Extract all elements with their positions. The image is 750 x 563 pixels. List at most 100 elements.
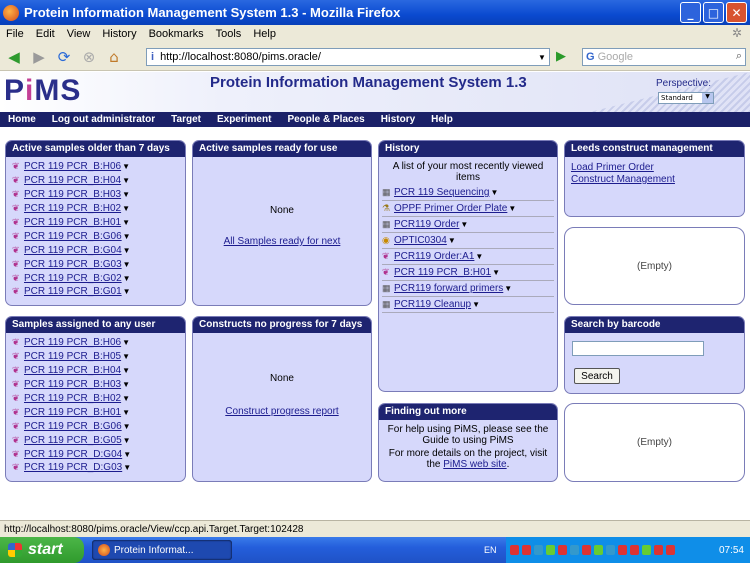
sample-link[interactable]: PCR 119 PCR_B:H03 xyxy=(24,379,121,390)
history-link[interactable]: PCR119 Cleanup xyxy=(394,299,471,310)
sample-link[interactable]: PCR 119 PCR_D:G04 xyxy=(24,449,122,460)
search-icon[interactable]: ⌕ xyxy=(736,50,742,63)
taskbar-firefox-item[interactable]: Protein Informat... xyxy=(92,540,232,560)
tray-icon[interactable] xyxy=(570,545,579,555)
history-link[interactable]: OPPF Primer Order Plate xyxy=(394,203,507,214)
construct-management-link[interactable]: Construct Management xyxy=(571,174,675,185)
tray-icon[interactable] xyxy=(534,545,543,555)
caret-down-icon[interactable]: ▼ xyxy=(123,274,131,283)
sample-link[interactable]: PCR 119 PCR_B:H03 xyxy=(24,189,121,200)
nav-history[interactable]: History xyxy=(373,114,423,125)
nav-people-places[interactable]: People & Places xyxy=(279,114,372,125)
load-primer-order-link[interactable]: Load Primer Order xyxy=(571,162,654,173)
tray-icon[interactable] xyxy=(630,545,639,555)
perspective-select[interactable]: Standard ▼ xyxy=(658,92,714,104)
sample-link[interactable]: PCR 119 PCR_B:H04 xyxy=(24,175,121,186)
sample-link[interactable]: PCR 119 PCR_B:G02 xyxy=(24,273,122,284)
maximize-button[interactable]: □ xyxy=(703,2,724,23)
search-bar[interactable]: G Google ⌕ xyxy=(582,48,746,66)
tray-icon[interactable] xyxy=(582,545,591,555)
url-dropdown-icon[interactable]: ▼ xyxy=(535,49,549,65)
sample-link[interactable]: PCR 119 PCR_B:G05 xyxy=(24,435,122,446)
sample-link[interactable]: PCR 119 PCR_B:H06 xyxy=(24,161,121,172)
sample-link[interactable]: PCR 119 PCR_B:G01 xyxy=(24,286,122,297)
menu-bookmarks[interactable]: Bookmarks xyxy=(143,28,210,40)
tray-icon[interactable] xyxy=(546,545,555,555)
sample-link[interactable]: PCR 119 PCR_B:H01 xyxy=(24,407,121,418)
pims-website-link[interactable]: PiMS web site xyxy=(443,459,506,470)
nav-experiment[interactable]: Experiment xyxy=(209,114,279,125)
caret-down-icon[interactable]: ▼ xyxy=(475,252,483,261)
sample-link[interactable]: PCR 119 PCR_B:G03 xyxy=(24,259,122,270)
minimize-button[interactable]: _ xyxy=(680,2,701,23)
caret-down-icon[interactable]: ▼ xyxy=(123,287,131,296)
caret-down-icon[interactable]: ▼ xyxy=(123,246,131,255)
caret-down-icon[interactable]: ▼ xyxy=(122,204,130,213)
url-bar[interactable]: i http://localhost:8080/pims.oracle/ ▼ xyxy=(146,48,550,66)
construct-progress-link[interactable]: Construct progress report xyxy=(225,406,338,417)
menu-help[interactable]: Help xyxy=(247,28,282,40)
menu-file[interactable]: File xyxy=(0,28,30,40)
caret-down-icon[interactable]: ▼ xyxy=(460,220,468,229)
sample-link[interactable]: PCR 119 PCR_B:G06 xyxy=(24,231,122,242)
menu-view[interactable]: View xyxy=(61,28,97,40)
caret-down-icon[interactable]: ▼ xyxy=(123,422,131,431)
sample-link[interactable]: PCR 119 PCR_B:H01 xyxy=(24,217,121,228)
menu-history[interactable]: History xyxy=(96,28,142,40)
tray-icon[interactable] xyxy=(666,545,675,555)
search-input[interactable]: Google xyxy=(598,51,633,63)
nav-home[interactable]: Home xyxy=(0,114,44,125)
tray-icon[interactable] xyxy=(558,545,567,555)
caret-down-icon[interactable]: ▼ xyxy=(122,380,130,389)
tray-icon[interactable] xyxy=(594,545,603,555)
caret-down-icon[interactable]: ▼ xyxy=(123,260,131,269)
sample-link[interactable]: PCR 119 PCR_D:G03 xyxy=(24,462,122,473)
home-icon[interactable]: ⌂ xyxy=(103,46,125,68)
caret-down-icon[interactable]: ▼ xyxy=(123,463,131,472)
close-button[interactable]: ✕ xyxy=(726,2,747,23)
sample-link[interactable]: PCR 119 PCR_B:H02 xyxy=(24,393,121,404)
caret-down-icon[interactable]: ▼ xyxy=(122,190,130,199)
sample-link[interactable]: PCR 119 PCR_B:H06 xyxy=(24,337,121,348)
caret-down-icon[interactable]: ▼ xyxy=(122,394,130,403)
history-link[interactable]: PCR 119 PCR_B:H01 xyxy=(394,267,491,278)
sample-link[interactable]: PCR 119 PCR_B:H02 xyxy=(24,203,121,214)
caret-down-icon[interactable]: ▼ xyxy=(122,352,130,361)
tray-icon[interactable] xyxy=(510,545,519,555)
tray-icon[interactable] xyxy=(522,545,531,555)
stop-icon[interactable]: ⊗ xyxy=(78,46,100,68)
nav-logout[interactable]: Log out administrator xyxy=(44,114,163,125)
caret-down-icon[interactable]: ▼ xyxy=(123,436,131,445)
caret-down-icon[interactable]: ▼ xyxy=(490,188,498,197)
caret-down-icon[interactable]: ▼ xyxy=(508,204,516,213)
caret-down-icon[interactable]: ▼ xyxy=(492,268,500,277)
caret-down-icon[interactable]: ▼ xyxy=(123,232,131,241)
caret-down-icon[interactable]: ▼ xyxy=(122,218,130,227)
clock[interactable]: 07:54 xyxy=(719,545,744,556)
nav-help[interactable]: Help xyxy=(423,114,461,125)
caret-down-icon[interactable]: ▼ xyxy=(122,162,130,171)
search-button[interactable]: Search xyxy=(574,368,620,384)
caret-down-icon[interactable]: ▼ xyxy=(122,408,130,417)
tray-icon[interactable] xyxy=(606,545,615,555)
sample-link[interactable]: PCR 119 PCR_B:G06 xyxy=(24,421,122,432)
menu-tools[interactable]: Tools xyxy=(210,28,248,40)
reload-icon[interactable]: ⟳ xyxy=(53,46,75,68)
caret-down-icon[interactable]: ▼ xyxy=(122,176,130,185)
history-link[interactable]: OPTIC0304 xyxy=(394,235,447,246)
caret-down-icon[interactable]: ▼ xyxy=(504,284,512,293)
menu-edit[interactable]: Edit xyxy=(30,28,61,40)
caret-down-icon[interactable]: ▼ xyxy=(122,366,130,375)
tray-icon[interactable] xyxy=(642,545,651,555)
history-link[interactable]: PCR119 Order xyxy=(394,219,459,230)
sample-link[interactable]: PCR 119 PCR_B:H04 xyxy=(24,365,121,376)
caret-down-icon[interactable]: ▼ xyxy=(123,450,131,459)
caret-down-icon[interactable]: ▼ xyxy=(122,338,130,347)
samples-ready-link[interactable]: All Samples ready for next xyxy=(224,236,341,247)
caret-down-icon[interactable]: ▼ xyxy=(448,236,456,245)
back-icon[interactable]: ◀ xyxy=(3,46,25,68)
chevron-down-icon[interactable]: ▼ xyxy=(702,93,713,103)
sample-link[interactable]: PCR 119 PCR_B:H05 xyxy=(24,351,121,362)
go-icon[interactable]: ▶ xyxy=(556,49,566,64)
language-indicator[interactable]: EN xyxy=(484,545,497,555)
